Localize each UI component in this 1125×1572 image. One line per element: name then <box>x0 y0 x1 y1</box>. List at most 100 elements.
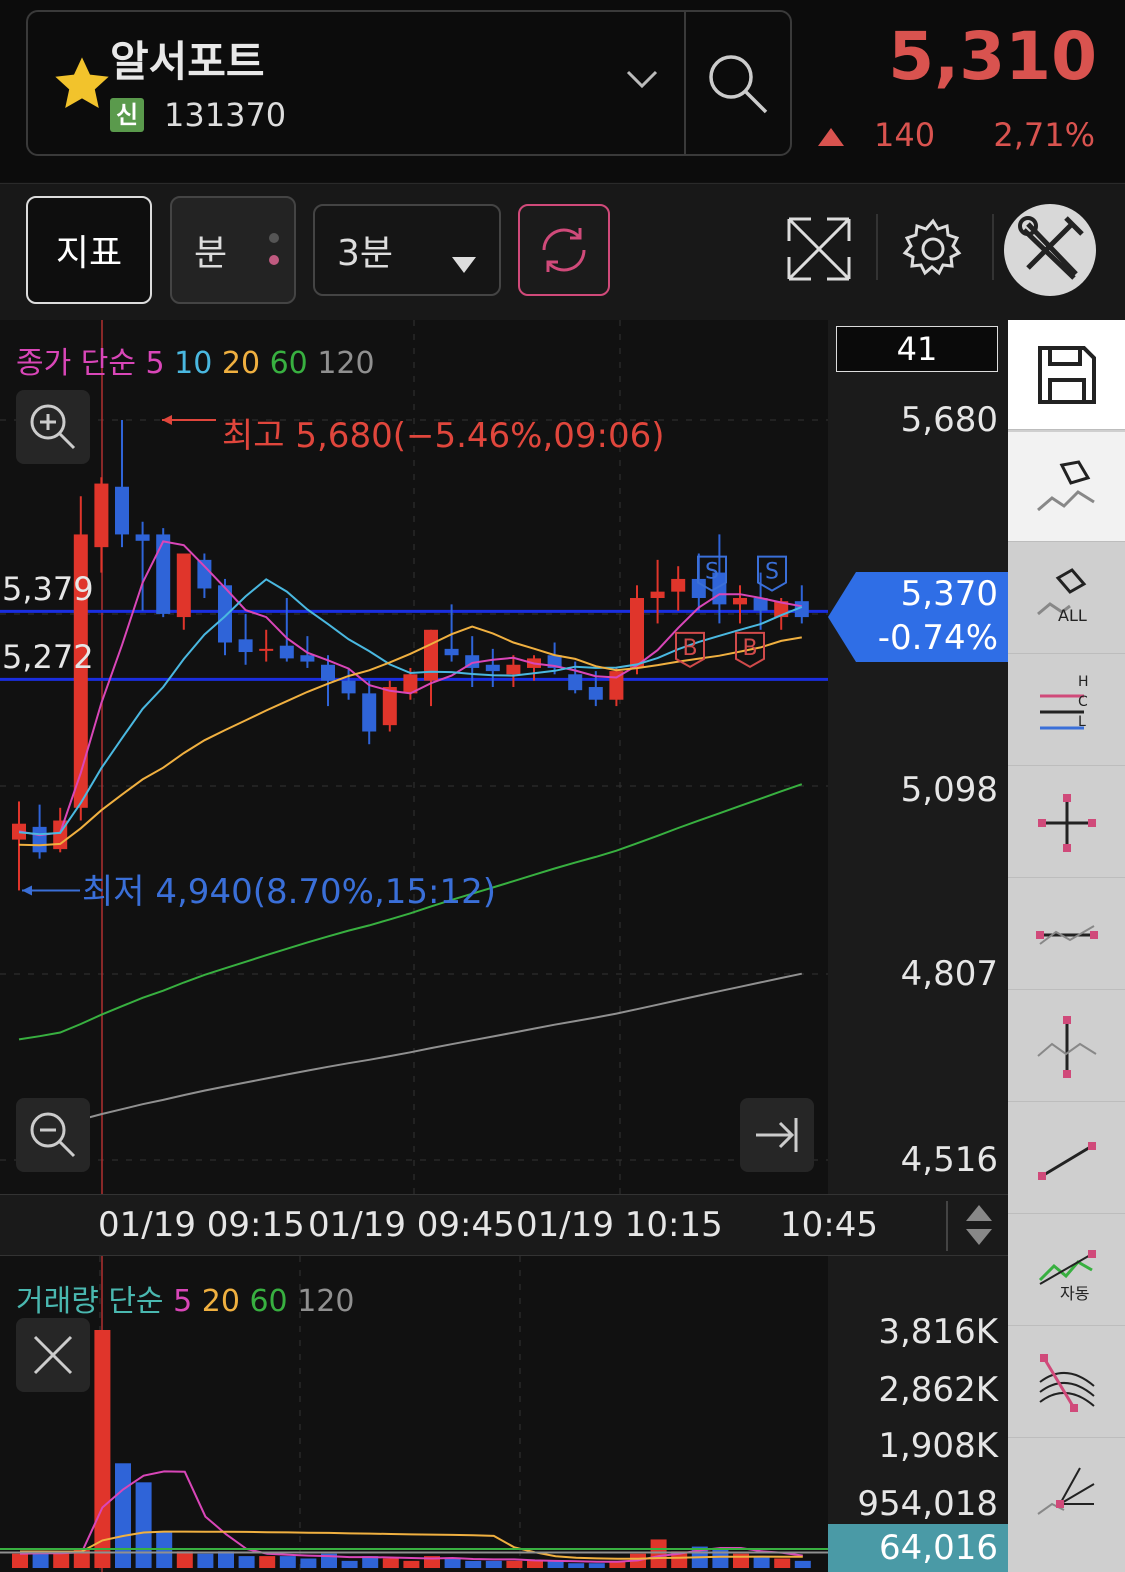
volume-bar <box>238 1556 255 1568</box>
candle-body <box>176 553 191 618</box>
eraser-icon <box>1036 459 1095 511</box>
wrench-screwdriver-icon <box>1018 216 1084 280</box>
horizontal-line-tool[interactable] <box>1008 880 1125 990</box>
moving-average-line <box>18 578 803 836</box>
time-label: 10:45 <box>780 1205 878 1245</box>
star-icon[interactable] <box>50 52 114 120</box>
zoom-in-icon <box>30 404 76 450</box>
hcl-line-tool[interactable]: H C L <box>1008 656 1125 766</box>
fibonacci-arc-tool[interactable] <box>1008 1328 1125 1438</box>
search-icon[interactable] <box>704 50 770 120</box>
time-label: 01/19 10:15 <box>516 1205 723 1245</box>
minute-button[interactable]: 분 <box>170 196 296 304</box>
volume-axis[interactable]: 3,816K 2,862K 1,908K 954,018 64,016 <box>828 1256 1008 1572</box>
volume-bar <box>341 1560 358 1568</box>
candle-body <box>300 655 315 662</box>
period-select[interactable]: 3분 <box>313 204 501 296</box>
refresh-button[interactable] <box>518 204 610 296</box>
close-icon <box>33 1335 73 1375</box>
eraser-all-tool[interactable]: ALL <box>1008 544 1125 654</box>
candle-body <box>321 664 335 681</box>
volume-bar <box>465 1560 482 1568</box>
save-tool[interactable] <box>1008 320 1125 430</box>
price-change: 140 <box>874 116 936 154</box>
horizontal-line-icon <box>1035 924 1098 945</box>
high-annotation: 최고 5,680(−5.46%,09:06) <box>222 416 665 456</box>
volume-bar <box>753 1556 770 1568</box>
tools-button[interactable] <box>1004 204 1096 296</box>
candle-body <box>341 680 356 694</box>
vertical-line-icon <box>1036 1015 1097 1078</box>
axis-label: 3,816K <box>878 1312 998 1352</box>
sell-signal-label: S <box>765 560 779 585</box>
volume-chart[interactable]: 거래량 단순 5 20 60 120 <box>0 1256 828 1572</box>
axis-label: 5,680 <box>900 400 998 440</box>
volume-legend: 거래량 단순 5 20 60 120 <box>16 1276 354 1320</box>
candle-body <box>238 639 253 653</box>
crosshair-tool[interactable] <box>1008 768 1125 878</box>
candle-body <box>588 687 603 700</box>
divider <box>992 214 994 280</box>
axis-label: 4,807 <box>900 954 998 994</box>
candle-body <box>568 674 583 691</box>
volume-bar <box>279 1556 296 1568</box>
zoom-in-button[interactable] <box>16 390 90 464</box>
price-legend: 종가 단순 5 10 20 60 120 <box>16 338 375 382</box>
volume-bar <box>300 1558 317 1568</box>
volume-bar <box>588 1563 605 1568</box>
divider <box>946 1201 948 1251</box>
vertical-line-tool[interactable] <box>1008 992 1125 1102</box>
gear-icon[interactable] <box>900 216 966 286</box>
volume-bar <box>506 1560 523 1568</box>
chevron-down-icon[interactable] <box>624 68 660 96</box>
trend-line-tool[interactable] <box>1008 1104 1125 1214</box>
axis-label: 1,908K <box>878 1426 998 1466</box>
candle-body <box>279 645 294 659</box>
stock-code: 131370 <box>164 96 287 134</box>
legend-vma5: 5 <box>173 1284 193 1319</box>
zoom-out-button[interactable] <box>16 1098 90 1172</box>
scroll-to-end-button[interactable] <box>740 1098 814 1172</box>
volume-bar <box>94 1330 111 1568</box>
hcl-h-label: H <box>1078 674 1089 690</box>
period-label: 3분 <box>337 233 394 274</box>
price-chart[interactable]: B B S S 종가 단순 5 10 20 60 120 최고 5,680(−5.46… <box>0 320 828 1194</box>
legend-ma10: 10 <box>174 346 213 381</box>
volume-bar <box>12 1553 28 1568</box>
auto-trend-tool[interactable]: 자동 <box>1008 1216 1125 1326</box>
current-pct-tag: -0.74% <box>877 618 998 658</box>
hcl-l-label: L <box>1078 714 1086 730</box>
eraser-all-label: ALL <box>1058 606 1087 625</box>
candle-body <box>259 648 274 651</box>
candle-body <box>115 486 129 535</box>
current-price-marker: 5,370 -0.74% <box>828 572 1008 662</box>
candle-body <box>630 598 644 668</box>
time-label: 01/19 09:15 <box>98 1205 305 1245</box>
floppy-save-icon <box>1037 345 1096 404</box>
hcl-c-label: C <box>1078 694 1088 710</box>
indicator-button[interactable]: 지표 <box>26 196 152 304</box>
volume-bar <box>259 1556 276 1568</box>
candle-body <box>485 664 500 672</box>
current-price-tag: 5,370 <box>900 574 998 614</box>
resize-updown-icon[interactable] <box>964 1203 994 1251</box>
legend-prefix: 종가 단순 <box>16 346 136 381</box>
volume-bar <box>176 1551 193 1568</box>
candle-body <box>671 578 686 592</box>
expand-icon[interactable] <box>786 216 852 286</box>
time-axis[interactable]: 01/19 09:15 01/19 09:45 01/19 10:15 10:4… <box>0 1194 1008 1256</box>
volume-bar <box>135 1482 152 1568</box>
volume-bar <box>774 1558 791 1568</box>
eraser-tool[interactable] <box>1008 432 1125 542</box>
indicator-label: 지표 <box>55 233 123 274</box>
volume-bar <box>218 1551 234 1568</box>
divider <box>684 12 686 154</box>
close-volume-button[interactable] <box>16 1318 90 1392</box>
price-axis[interactable]: 41 5,680 5,098 4,807 4,516 5,370 -0.74% <box>828 320 1008 1194</box>
low-arrow <box>22 885 32 896</box>
volume-bar <box>794 1560 811 1568</box>
legend-vma20: 20 <box>201 1284 240 1319</box>
candle-body <box>32 826 47 853</box>
fan-line-tool[interactable] <box>1008 1440 1125 1550</box>
axis-label: 2,862K <box>878 1370 998 1410</box>
